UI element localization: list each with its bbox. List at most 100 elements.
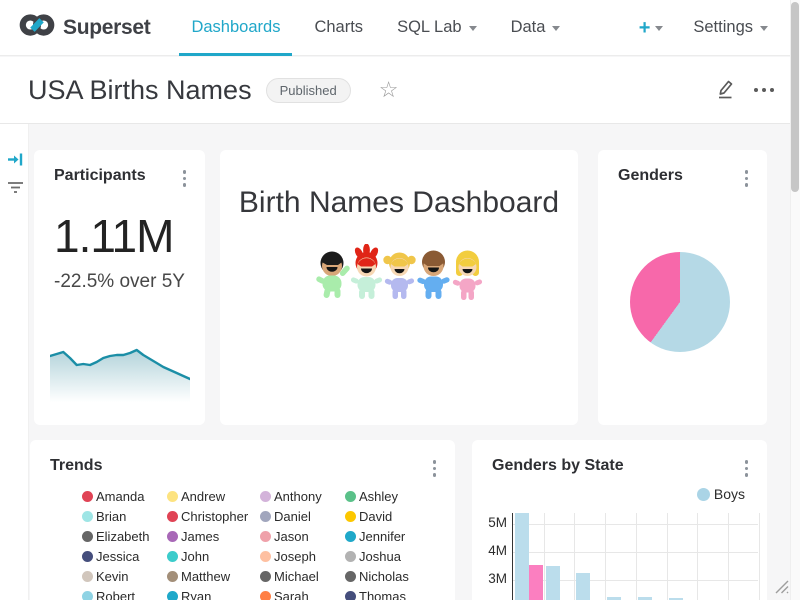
legend-dot (260, 511, 271, 522)
legend-label: Nicholas (359, 569, 409, 584)
legend-item[interactable]: Ryan (167, 589, 260, 600)
legend-dot (345, 531, 356, 542)
legend-item[interactable]: Jason (260, 529, 345, 543)
chevron-down-icon (655, 26, 663, 31)
legend-item[interactable]: Brian (82, 509, 167, 523)
legend-item[interactable]: Christopher (167, 509, 260, 523)
legend-item[interactable]: Anthony (260, 489, 345, 503)
card-title: Genders by State (492, 457, 624, 474)
headline-text: Birth Names Dashboard (220, 186, 578, 220)
bar-girls[interactable] (529, 565, 543, 600)
legend-item[interactable]: Elizabeth (82, 529, 167, 543)
kebab-menu-icon[interactable] (743, 168, 751, 189)
big-number-subheader: -22.5% over 5Y (54, 271, 205, 293)
legend-dot (260, 551, 271, 562)
genders-by-state-card: Genders by State Boys 5M 4M 3M (472, 440, 767, 600)
plus-icon: + (639, 18, 651, 38)
superset-logo[interactable]: Superset (18, 11, 150, 44)
vertical-scrollbar[interactable] (790, 0, 800, 600)
gridline (574, 513, 575, 600)
filter-icon[interactable] (6, 179, 25, 202)
scrollbar-thumb[interactable] (791, 2, 799, 192)
expand-filter-bar-icon[interactable] (7, 151, 24, 173)
legend-dot (345, 491, 356, 502)
legend-dot (345, 551, 356, 562)
gridline (544, 513, 545, 600)
legend-dot (167, 551, 178, 562)
nav-item-dashboards[interactable]: Dashboards (174, 0, 297, 55)
card-title: Genders (618, 167, 683, 184)
legend-item[interactable]: John (167, 549, 260, 563)
nav-links: Dashboards Charts SQL Lab Data (174, 0, 577, 55)
legend-item[interactable]: Kevin (82, 569, 167, 583)
legend-label: Jessica (96, 549, 139, 564)
y-axis-tick: 4M (473, 543, 507, 558)
favorite-star-icon[interactable]: ☆ (379, 79, 399, 101)
more-actions-icon[interactable] (752, 81, 776, 99)
kebab-menu-icon[interactable] (431, 458, 439, 479)
child-emoji-brown-hair-blue (416, 244, 451, 304)
legend-item[interactable]: Thomas (345, 589, 435, 600)
legend-item[interactable]: Joseph (260, 549, 345, 563)
legend-item[interactable]: Daniel (260, 509, 345, 523)
kebab-menu-icon[interactable] (743, 458, 751, 479)
y-axis-tick: 3M (473, 571, 507, 586)
legend-item[interactable]: David (345, 509, 435, 523)
legend-dot (82, 591, 93, 600)
legend-dot (260, 491, 271, 502)
legend-item[interactable]: Ashley (345, 489, 435, 503)
legend-dot (167, 591, 178, 600)
legend-dot (345, 591, 356, 600)
bar-boys[interactable] (515, 513, 529, 600)
legend-item[interactable]: Amanda (82, 489, 167, 503)
nav-item-sql-lab[interactable]: SQL Lab (380, 0, 494, 55)
legend-dot (260, 591, 271, 600)
legend-item[interactable]: Nicholas (345, 569, 435, 583)
bar-boys[interactable] (546, 566, 560, 600)
resize-handle-icon[interactable] (771, 576, 789, 599)
legend-item[interactable]: Michael (260, 569, 345, 583)
gridline (513, 524, 758, 525)
legend-item[interactable]: Robert (82, 589, 167, 600)
settings-menu[interactable]: Settings (693, 18, 768, 37)
legend-dot (82, 531, 93, 542)
legend-label: James (181, 529, 219, 544)
nav-item-charts[interactable]: Charts (297, 0, 380, 55)
filter-rail (0, 124, 29, 600)
legend-label: Joseph (274, 549, 316, 564)
new-item-button[interactable]: + (639, 18, 664, 38)
legend-label: Amanda (96, 489, 144, 504)
legend-dot (167, 531, 178, 542)
edit-pencil-icon[interactable] (714, 76, 736, 105)
gridline (605, 513, 606, 600)
legend-dot (82, 551, 93, 562)
legend-dot (82, 511, 93, 522)
y-axis-tick: 5M (473, 515, 507, 530)
legend-dot (260, 531, 271, 542)
legend-label: Ryan (181, 589, 211, 600)
published-badge[interactable]: Published (266, 78, 351, 103)
legend-item[interactable]: Joshua (345, 549, 435, 563)
kebab-menu-icon[interactable] (181, 168, 189, 189)
child-emoji-blonde-pigtails-lavender (383, 244, 416, 304)
legend-item[interactable]: James (167, 529, 260, 543)
legend-label: Thomas (359, 589, 406, 600)
nav-item-data[interactable]: Data (494, 0, 578, 55)
legend-dot (697, 488, 710, 501)
legend-item[interactable]: Sarah (260, 589, 345, 600)
legend-item[interactable]: Jessica (82, 549, 167, 563)
legend-label: David (359, 509, 392, 524)
legend-label: Brian (96, 509, 126, 524)
bar-boys[interactable] (576, 573, 590, 600)
legend-dot (345, 511, 356, 522)
genders-pie-chart[interactable] (630, 252, 730, 352)
legend-item[interactable]: Jennifer (345, 529, 435, 543)
big-number-value: 1.11M (54, 209, 205, 263)
legend-item[interactable]: Andrew (167, 489, 260, 503)
chevron-down-icon (552, 26, 560, 31)
chevron-down-icon (760, 26, 768, 31)
legend-item-boys[interactable]: Boys (697, 486, 745, 502)
children-illustration (220, 244, 578, 304)
legend-label: Matthew (181, 569, 230, 584)
legend-item[interactable]: Matthew (167, 569, 260, 583)
